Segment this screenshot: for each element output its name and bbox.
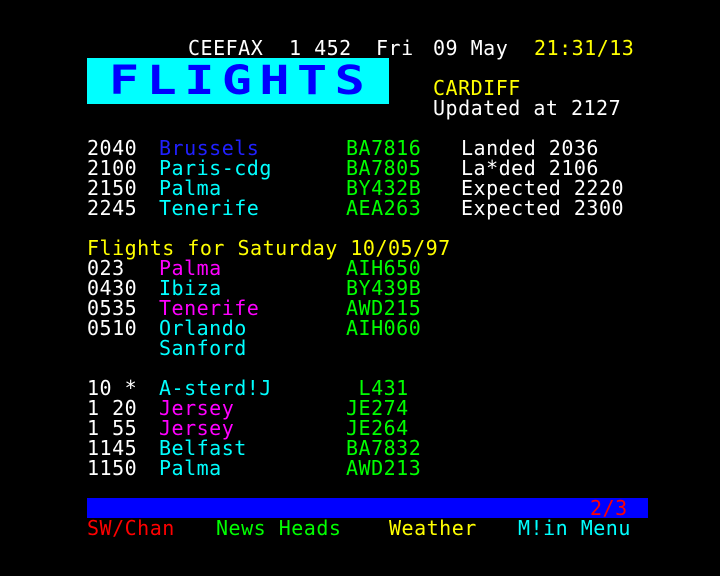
saturday-flight: AWD213 (346, 456, 422, 480)
arrival-destination: Paris-cdg (159, 156, 272, 180)
saturday-destination: Ibiza (159, 276, 222, 300)
saturday-destination: Jersey (159, 416, 235, 440)
arrival-flight: BA7805 (346, 156, 422, 180)
arrival-flight: BY432B (346, 176, 422, 200)
saturday-time: 1 20 (87, 396, 138, 420)
saturday-time: 0535 (87, 296, 138, 320)
location-updated: Updated at 2127 (433, 96, 622, 120)
saturday-flight: BA7832 (346, 436, 422, 460)
saturday-time: 1 55 (87, 416, 138, 440)
arrival-destination: Palma (159, 176, 222, 200)
saturday-flight: JE274 (346, 396, 409, 420)
flights-banner: FLIGHTS (87, 58, 389, 104)
arrival-time: 2150 (87, 176, 138, 200)
fastext-cyan-link[interactable]: M!in Menu (518, 518, 631, 538)
saturday-flight: AIH060 (346, 316, 422, 340)
saturday-flight: BY439B (346, 276, 422, 300)
saturday-destination: Palma (159, 256, 222, 280)
saturday-flight: JE264 (346, 416, 409, 440)
saturday-time: 1150 (87, 456, 138, 480)
fastext-red-link[interactable]: SW/Chan (87, 518, 175, 538)
arrival-time: 2100 (87, 156, 138, 180)
saturday-destination: Jersey (159, 396, 235, 420)
saturday-time: 1145 (87, 436, 138, 460)
arrival-flight: BA7816 (346, 136, 422, 160)
arrival-status: Expected 2300 (461, 196, 625, 220)
arrival-status: Expected 2220 (461, 176, 625, 200)
fastext-green-link[interactable]: News Heads (216, 518, 341, 538)
saturday-destination: Tenerife (159, 296, 260, 320)
header-date: 09 May (433, 36, 509, 60)
saturday-destination: Palma (159, 456, 222, 480)
arrival-flight: AEA263 (346, 196, 422, 220)
saturday-time: 0510 (87, 316, 138, 340)
saturday-destination: Orlando (159, 316, 247, 340)
banner-title: FLIGHTS (109, 58, 373, 104)
saturday-flight: L431 (346, 376, 409, 400)
fastext-yellow-link[interactable]: Weather (389, 518, 477, 538)
pager-bar (87, 498, 648, 518)
saturday-heading: Flights for Saturday 10/05/97 (87, 236, 451, 260)
location-city: CARDIFF (433, 76, 521, 100)
header-service: CEEFAX (188, 36, 264, 60)
arrival-destination: Brussels (159, 136, 260, 160)
arrival-status: Landed 2036 (461, 136, 599, 160)
header-day: Fri (376, 36, 414, 60)
arrival-time: 2040 (87, 136, 138, 160)
saturday-time: 10 * (87, 376, 138, 400)
arrival-time: 2245 (87, 196, 138, 220)
arrival-destination: Tenerife (159, 196, 260, 220)
header-clock: 21:31/13 (534, 36, 635, 60)
saturday-time: 023 (87, 256, 125, 280)
arrival-status: La*ded 2106 (461, 156, 599, 180)
saturday-time: 0430 (87, 276, 138, 300)
saturday-destination: A-sterd!J (159, 376, 272, 400)
header-page-number: 1 452 (289, 36, 352, 60)
subpage-indicator: 2/3 (590, 496, 628, 520)
saturday-destination: Sanford (159, 336, 247, 360)
saturday-flight: AWD215 (346, 296, 422, 320)
saturday-destination: Belfast (159, 436, 247, 460)
saturday-flight: AIH650 (346, 256, 422, 280)
